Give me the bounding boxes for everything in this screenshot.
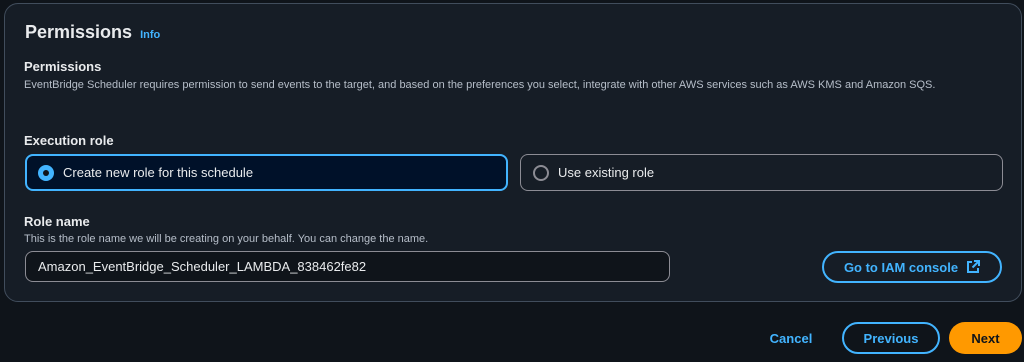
- panel-title: Permissions: [25, 22, 133, 42]
- section-label: Permissions: [24, 59, 102, 74]
- role-name-input[interactable]: [25, 251, 670, 282]
- cancel-button[interactable]: Cancel: [752, 322, 830, 354]
- radio-selected-icon[interactable]: [38, 164, 54, 181]
- permissions-panel: Permissions Info Permissions EventBridge…: [4, 3, 1022, 302]
- radio-use-existing-role[interactable]: Use existing role: [520, 154, 1003, 191]
- external-link-icon: [967, 260, 981, 273]
- info-link[interactable]: Info: [140, 29, 160, 41]
- role-name-description: This is the role name we will be creatin…: [24, 233, 429, 245]
- radio-create-new-role[interactable]: Create new role for this schedule: [25, 154, 508, 191]
- next-button[interactable]: Next: [949, 322, 1022, 354]
- radio-use-existing-role-label: Use existing role: [558, 165, 655, 180]
- role-name-label: Role name: [24, 214, 90, 229]
- radio-create-new-role-label: Create new role for this schedule: [63, 165, 254, 180]
- go-to-iam-console-button[interactable]: Go to IAM console: [822, 251, 1002, 283]
- panel-header: Permissions Info: [25, 22, 160, 43]
- radio-unselected-icon[interactable]: [533, 164, 549, 181]
- previous-button[interactable]: Previous: [842, 322, 940, 354]
- section-description: EventBridge Scheduler requires permissio…: [24, 79, 936, 91]
- iam-button-label: Go to IAM console: [843, 259, 959, 275]
- execution-role-label: Execution role: [24, 133, 114, 148]
